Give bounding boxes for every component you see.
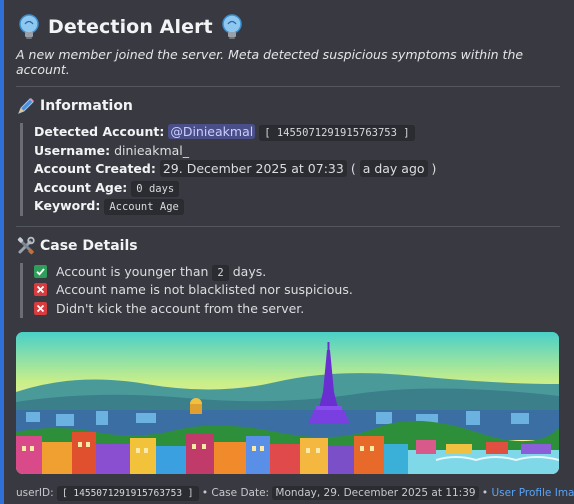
footer-userid-label: userID: bbox=[16, 487, 54, 499]
case-item-text: Account name is not blacklisted nor susp… bbox=[55, 282, 353, 297]
light-bulb-icon bbox=[19, 14, 39, 39]
username-value: dinieakmal_ bbox=[114, 142, 190, 158]
case-details-heading: Case Details bbox=[16, 235, 560, 257]
account-age-row: Account Age: 0 days bbox=[34, 179, 560, 198]
alert-embed: Detection Alert A new member joined the … bbox=[0, 0, 574, 504]
information-block: Detected Account: @Dinieakmal [ 14550712… bbox=[20, 123, 560, 216]
paris-skyline-image bbox=[16, 332, 559, 474]
keyword-row: Keyword: Account Age bbox=[34, 197, 560, 216]
user-profile-image-link[interactable]: User Profile Image bbox=[491, 487, 574, 499]
keyword-label: Keyword: bbox=[34, 198, 101, 213]
cross-icon bbox=[34, 283, 47, 296]
information-heading: Information bbox=[16, 95, 560, 117]
footer-case-date: Monday, 29. December 2025 at 11:39 bbox=[272, 486, 479, 500]
embed-title: Detection Alert bbox=[48, 16, 213, 38]
case-item-text: Didn't kick the account from the server. bbox=[55, 300, 305, 316]
case-item-code: 2 bbox=[212, 264, 229, 281]
case-item: Account name is not blacklisted nor susp… bbox=[34, 281, 560, 300]
pencil-icon bbox=[18, 98, 34, 114]
username-label: Username: bbox=[34, 142, 111, 158]
user-id-code: [ 1455071291915763753 ] bbox=[259, 125, 415, 141]
close-paren: ) bbox=[431, 161, 437, 176]
detected-account-row: Detected Account: @Dinieakmal [ 14550712… bbox=[34, 123, 560, 142]
case-item-text: Account is younger than bbox=[55, 263, 209, 279]
case-details-title: Case Details bbox=[40, 237, 138, 254]
account-created-relative: a day ago bbox=[359, 160, 428, 177]
account-created-row: Account Created: 29. December 2025 at 07… bbox=[34, 160, 560, 179]
case-item: Account is younger than 2 days. bbox=[34, 263, 560, 282]
case-item-text-after: days. bbox=[232, 263, 267, 279]
title-row: Detection Alert bbox=[16, 10, 560, 44]
keyword-value: Account Age bbox=[104, 199, 184, 215]
username-row: Username: dinieakmal_ bbox=[34, 142, 560, 161]
footer-separator: • bbox=[481, 487, 489, 499]
case-item: Didn't kick the account from the server. bbox=[34, 300, 560, 319]
embed-image[interactable] bbox=[16, 332, 559, 474]
tools-icon bbox=[17, 236, 35, 254]
footer-case-date-label: • Case Date: bbox=[201, 487, 270, 499]
footer-userid-code: [ 1455071291915763753 ] bbox=[56, 486, 199, 501]
account-created-value: 29. December 2025 at 07:33 bbox=[159, 160, 347, 177]
information-title: Information bbox=[40, 98, 133, 114]
case-details-block: Account is younger than 2 days. Account … bbox=[20, 262, 560, 319]
embed-description: A new member joined the server. Meta det… bbox=[16, 47, 524, 77]
open-paren: ( bbox=[350, 161, 356, 176]
divider bbox=[16, 225, 560, 227]
account-age-label: Account Age: bbox=[34, 179, 128, 195]
light-bulb-icon bbox=[222, 14, 242, 39]
account-created-label: Account Created: bbox=[34, 161, 156, 176]
embed-footer: userID: [ 1455071291915763753 ] • Case D… bbox=[16, 486, 574, 501]
account-age-value: 0 days bbox=[131, 180, 180, 197]
check-icon bbox=[34, 264, 47, 278]
divider bbox=[16, 86, 560, 87]
user-mention[interactable]: @Dinieakmal bbox=[168, 124, 256, 139]
detected-account-label: Detected Account: bbox=[34, 124, 165, 139]
cross-icon bbox=[34, 301, 47, 315]
